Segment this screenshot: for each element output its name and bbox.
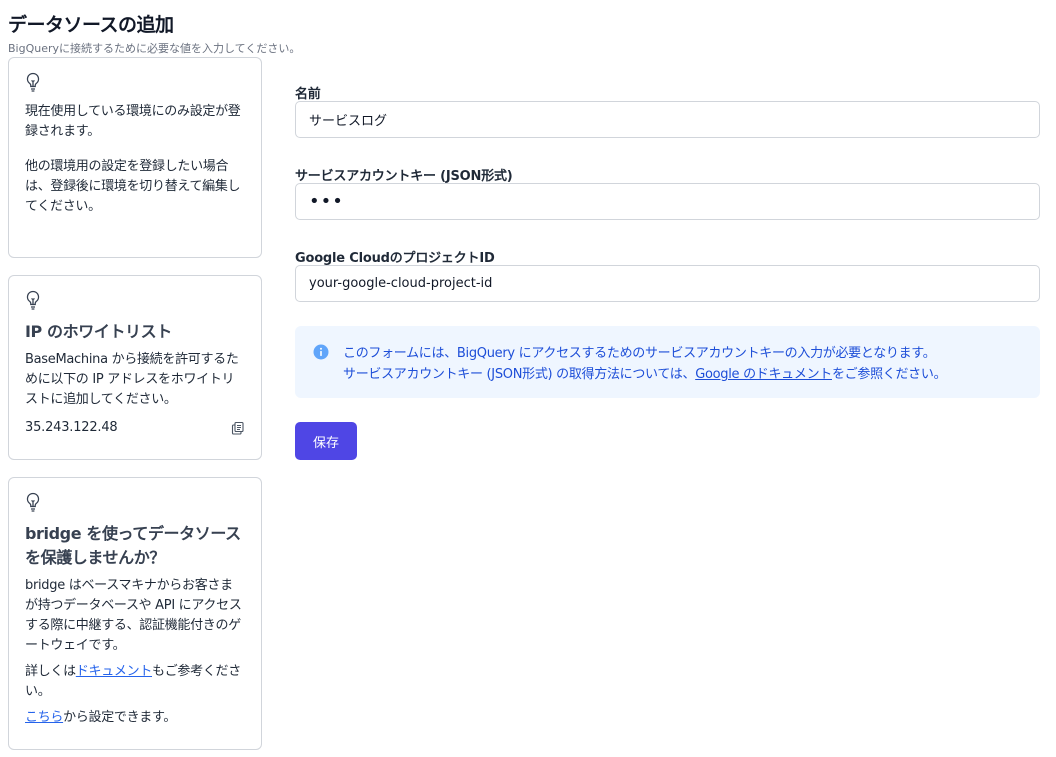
info-icon <box>313 344 329 360</box>
environment-note-text-1: 現在使用している環境にのみ設定が登録されます。 <box>25 104 241 139</box>
info-alert: このフォームには、BigQuery にアクセスするためのサービスアカウントキーの… <box>295 326 1040 398</box>
info-line-2-suffix: をご参照ください。 <box>831 367 947 382</box>
bridge-card: bridge を使ってデータソースを保護しませんか？ bridge はベースマキ… <box>8 477 262 750</box>
page-title: データソースの追加 <box>8 14 174 36</box>
lightbulb-icon <box>26 290 40 310</box>
project-id-input[interactable] <box>295 265 1040 302</box>
ip-address-row: 35.243.122.48 <box>25 420 245 435</box>
google-docs-link[interactable]: Google のドキュメント <box>695 367 832 382</box>
save-button[interactable]: 保存 <box>295 422 357 460</box>
info-line-2: サービスアカウントキー (JSON形式) の取得方法については、Google の… <box>343 364 1022 385</box>
name-label: 名前 <box>295 87 321 102</box>
environment-note-text-2: 他の環境用の設定を登録したい場合は、登録後に環境を切り替えて編集してください。 <box>25 159 241 214</box>
bridge-doc-note: 詳しくはドキュメントもご参考ください。 <box>25 662 245 702</box>
project-id-label: Google CloudのプロジェクトID <box>295 251 495 266</box>
bridge-setup-note: こちらから設定できます。 <box>25 708 245 728</box>
service-account-key-label: サービスアカウントキー (JSON形式) <box>295 169 513 184</box>
ip-whitelist-card: IP のホワイトリスト BaseMachina から接続を許可するために以下の … <box>8 275 262 460</box>
ip-whitelist-title: IP のホワイトリスト <box>25 322 172 341</box>
bridge-doc-link[interactable]: ドキュメント <box>76 664 153 679</box>
info-line-2-prefix: サービスアカウントキー (JSON形式) の取得方法については、 <box>343 367 696 382</box>
doc-prefix: 詳しくは <box>25 664 76 679</box>
lightbulb-icon <box>26 492 40 512</box>
ip-whitelist-text: BaseMachina から接続を許可するために以下の IP アドレスをホワイト… <box>25 352 239 407</box>
info-line-1: このフォームには、BigQuery にアクセスするためのサービスアカウントキーの… <box>343 346 936 361</box>
page-subtitle: BigQueryに接続するために必要な値を入力してください。 <box>8 42 301 55</box>
service-account-key-input[interactable] <box>295 183 1040 220</box>
setup-suffix: から設定できます。 <box>63 710 177 725</box>
lightbulb-icon <box>26 72 40 92</box>
bridge-description: bridge はベースマキナからお客さまが持つデータベースや API にアクセス… <box>25 578 242 653</box>
bridge-setup-link[interactable]: こちら <box>25 710 63 725</box>
copy-icon[interactable] <box>231 421 245 435</box>
name-input[interactable] <box>295 101 1040 138</box>
bridge-title: bridge を使ってデータソースを保護しませんか？ <box>25 524 241 567</box>
ip-address-value: 35.243.122.48 <box>25 420 118 435</box>
environment-note-card: 現在使用している環境にのみ設定が登録されます。 他の環境用の設定を登録したい場合… <box>8 57 262 258</box>
